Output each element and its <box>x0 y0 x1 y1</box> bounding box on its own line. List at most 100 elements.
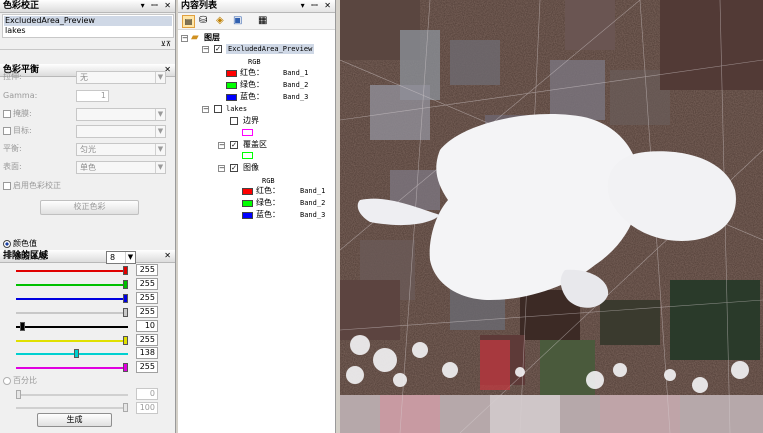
slider-thumb[interactable] <box>123 403 128 412</box>
band-color-swatch[interactable] <box>226 82 237 89</box>
percent-low-input[interactable]: 0 <box>136 388 158 400</box>
collapse-icon[interactable]: − <box>218 165 225 172</box>
pixel-depth-select[interactable]: 8 ▼ <box>106 251 136 264</box>
slider-thumb[interactable] <box>123 280 128 289</box>
gamma-input[interactable]: 1 <box>76 90 109 102</box>
pixel-depth-value: 8 <box>110 253 116 262</box>
slider-thumb[interactable] <box>74 349 79 358</box>
band-color-swatch[interactable] <box>242 188 253 195</box>
collapse-icon[interactable]: − <box>202 46 209 53</box>
enable-correction-checkbox[interactable] <box>3 181 11 190</box>
band-color-swatch[interactable] <box>242 212 253 219</box>
percent-label: 百分比 <box>13 376 37 385</box>
layer-visibility-checkbox[interactable] <box>214 105 222 113</box>
band-channel-label: 蓝色： <box>256 210 280 219</box>
threshold-slider[interactable] <box>16 363 128 372</box>
panel-header-buttons[interactable]: ▾ ꟷ ✕ <box>301 0 333 12</box>
slider-thumb[interactable] <box>123 363 128 372</box>
threshold-value-input[interactable]: 255 <box>136 264 158 276</box>
threshold-value-input[interactable]: 255 <box>136 334 158 346</box>
band-color-swatch[interactable] <box>242 200 253 207</box>
band-color-swatch[interactable] <box>226 70 237 77</box>
coverage-checkbox[interactable]: ✓ <box>230 141 238 149</box>
layer-name[interactable]: ExcludedArea_Preview <box>226 44 315 54</box>
stretch-select[interactable]: 无 ▼ <box>76 71 166 84</box>
close-icon[interactable]: ✕ <box>164 250 173 262</box>
coverage-symbol[interactable] <box>242 152 253 159</box>
threshold-slider[interactable] <box>16 280 128 289</box>
percent-low-slider[interactable] <box>16 390 128 399</box>
band-name: Band_1 <box>300 187 326 195</box>
image-checkbox[interactable]: ✓ <box>230 164 238 172</box>
coverage-label[interactable]: 覆盖区 <box>243 140 267 150</box>
generate-button[interactable]: 生成 <box>37 413 112 427</box>
threshold-slider[interactable] <box>16 349 128 358</box>
boundary-symbol[interactable] <box>242 129 253 136</box>
layers-root-label[interactable]: 图层 <box>204 33 220 43</box>
rgb-label: RGB <box>262 177 275 185</box>
boundary-label[interactable]: 边界 <box>243 116 259 126</box>
target-checkbox[interactable] <box>3 126 11 135</box>
band-color-swatch[interactable] <box>226 94 237 101</box>
collapse-icon[interactable]: ⊻⊼ <box>161 40 171 48</box>
list-by-selection-icon[interactable]: ▣ <box>233 15 242 27</box>
slider-thumb[interactable] <box>16 390 21 399</box>
toc-toolbar: ▤ ⛁ ◈ ▣ ▦ <box>178 13 335 30</box>
color-value-option[interactable]: 颜色值 <box>3 237 37 251</box>
collapse-icon[interactable]: − <box>218 142 225 149</box>
percent-high-input[interactable]: 100 <box>136 402 158 414</box>
layer-visibility-checkbox[interactable]: ✓ <box>214 45 222 53</box>
collapse-icon[interactable]: − <box>181 35 188 42</box>
percent-option[interactable]: 百分比 <box>3 374 37 388</box>
collapse-icon[interactable]: − <box>202 106 209 113</box>
threshold-value-input[interactable]: 255 <box>136 306 158 318</box>
threshold-slider[interactable] <box>16 294 128 303</box>
threshold-value-input[interactable]: 138 <box>136 347 158 359</box>
splitter[interactable]: ⊻⊼ <box>0 40 175 50</box>
mask-checkbox[interactable] <box>3 109 11 118</box>
toc-title: 内容列表 <box>181 1 218 11</box>
layer-name[interactable]: lakes <box>226 104 247 114</box>
list-by-source-icon[interactable]: ⛁ <box>199 15 207 27</box>
threshold-value-input[interactable]: 255 <box>136 292 158 304</box>
list-by-visibility-icon[interactable]: ◈ <box>216 15 224 27</box>
list-by-drawing-order-icon[interactable]: ▤ <box>182 15 195 28</box>
surface-select[interactable]: 单色 ▼ <box>76 161 166 174</box>
threshold-value-input[interactable]: 10 <box>136 320 158 332</box>
image-label[interactable]: 图像 <box>243 163 259 173</box>
threshold-slider[interactable] <box>16 308 128 317</box>
target-option[interactable]: 目标: <box>3 124 32 138</box>
table-of-contents-panel: 内容列表 ▾ ꟷ ✕ ▤ ⛁ ◈ ▣ ▦ − ▰ 图层 − ✓ Excluded… <box>178 0 336 433</box>
enable-correction-option[interactable]: 启用色彩校正 <box>3 179 61 193</box>
layer-list-item[interactable]: lakes <box>4 26 172 36</box>
boundary-checkbox[interactable] <box>230 117 238 125</box>
chevron-down-icon: ▼ <box>155 162 165 173</box>
threshold-value-input[interactable]: 255 <box>136 278 158 290</box>
threshold-slider[interactable] <box>16 336 128 345</box>
band-channel-label: 红色： <box>240 68 264 77</box>
panel-header-buttons[interactable]: ▾ ꟷ ✕ <box>141 0 173 12</box>
mask-select[interactable]: ▼ <box>76 108 166 121</box>
slider-thumb[interactable] <box>123 308 128 317</box>
rgb-label: RGB <box>248 58 261 66</box>
target-select[interactable]: ▼ <box>76 125 166 138</box>
slider-thumb[interactable] <box>123 266 128 275</box>
enable-correction-label: 启用色彩校正 <box>13 181 61 190</box>
mask-option[interactable]: 掩膜: <box>3 107 32 121</box>
color-value-radio[interactable] <box>3 239 11 248</box>
chevron-down-icon: ▼ <box>125 252 135 263</box>
threshold-slider[interactable] <box>16 266 128 275</box>
percent-radio[interactable] <box>3 376 11 385</box>
percent-high-slider[interactable] <box>16 403 128 412</box>
stretch-value: 无 <box>80 73 88 82</box>
correct-color-button[interactable]: 校正色彩 <box>40 200 139 215</box>
layer-list-item[interactable]: ExcludedArea_Preview <box>4 16 172 26</box>
threshold-slider[interactable] <box>16 322 128 331</box>
map-view[interactable] <box>340 0 763 433</box>
balance-select[interactable]: 匀光 ▼ <box>76 143 166 156</box>
slider-thumb[interactable] <box>123 336 128 345</box>
threshold-value-input[interactable]: 255 <box>136 361 158 373</box>
slider-thumb[interactable] <box>20 322 25 331</box>
slider-thumb[interactable] <box>123 294 128 303</box>
options-icon[interactable]: ▦ <box>258 15 267 27</box>
